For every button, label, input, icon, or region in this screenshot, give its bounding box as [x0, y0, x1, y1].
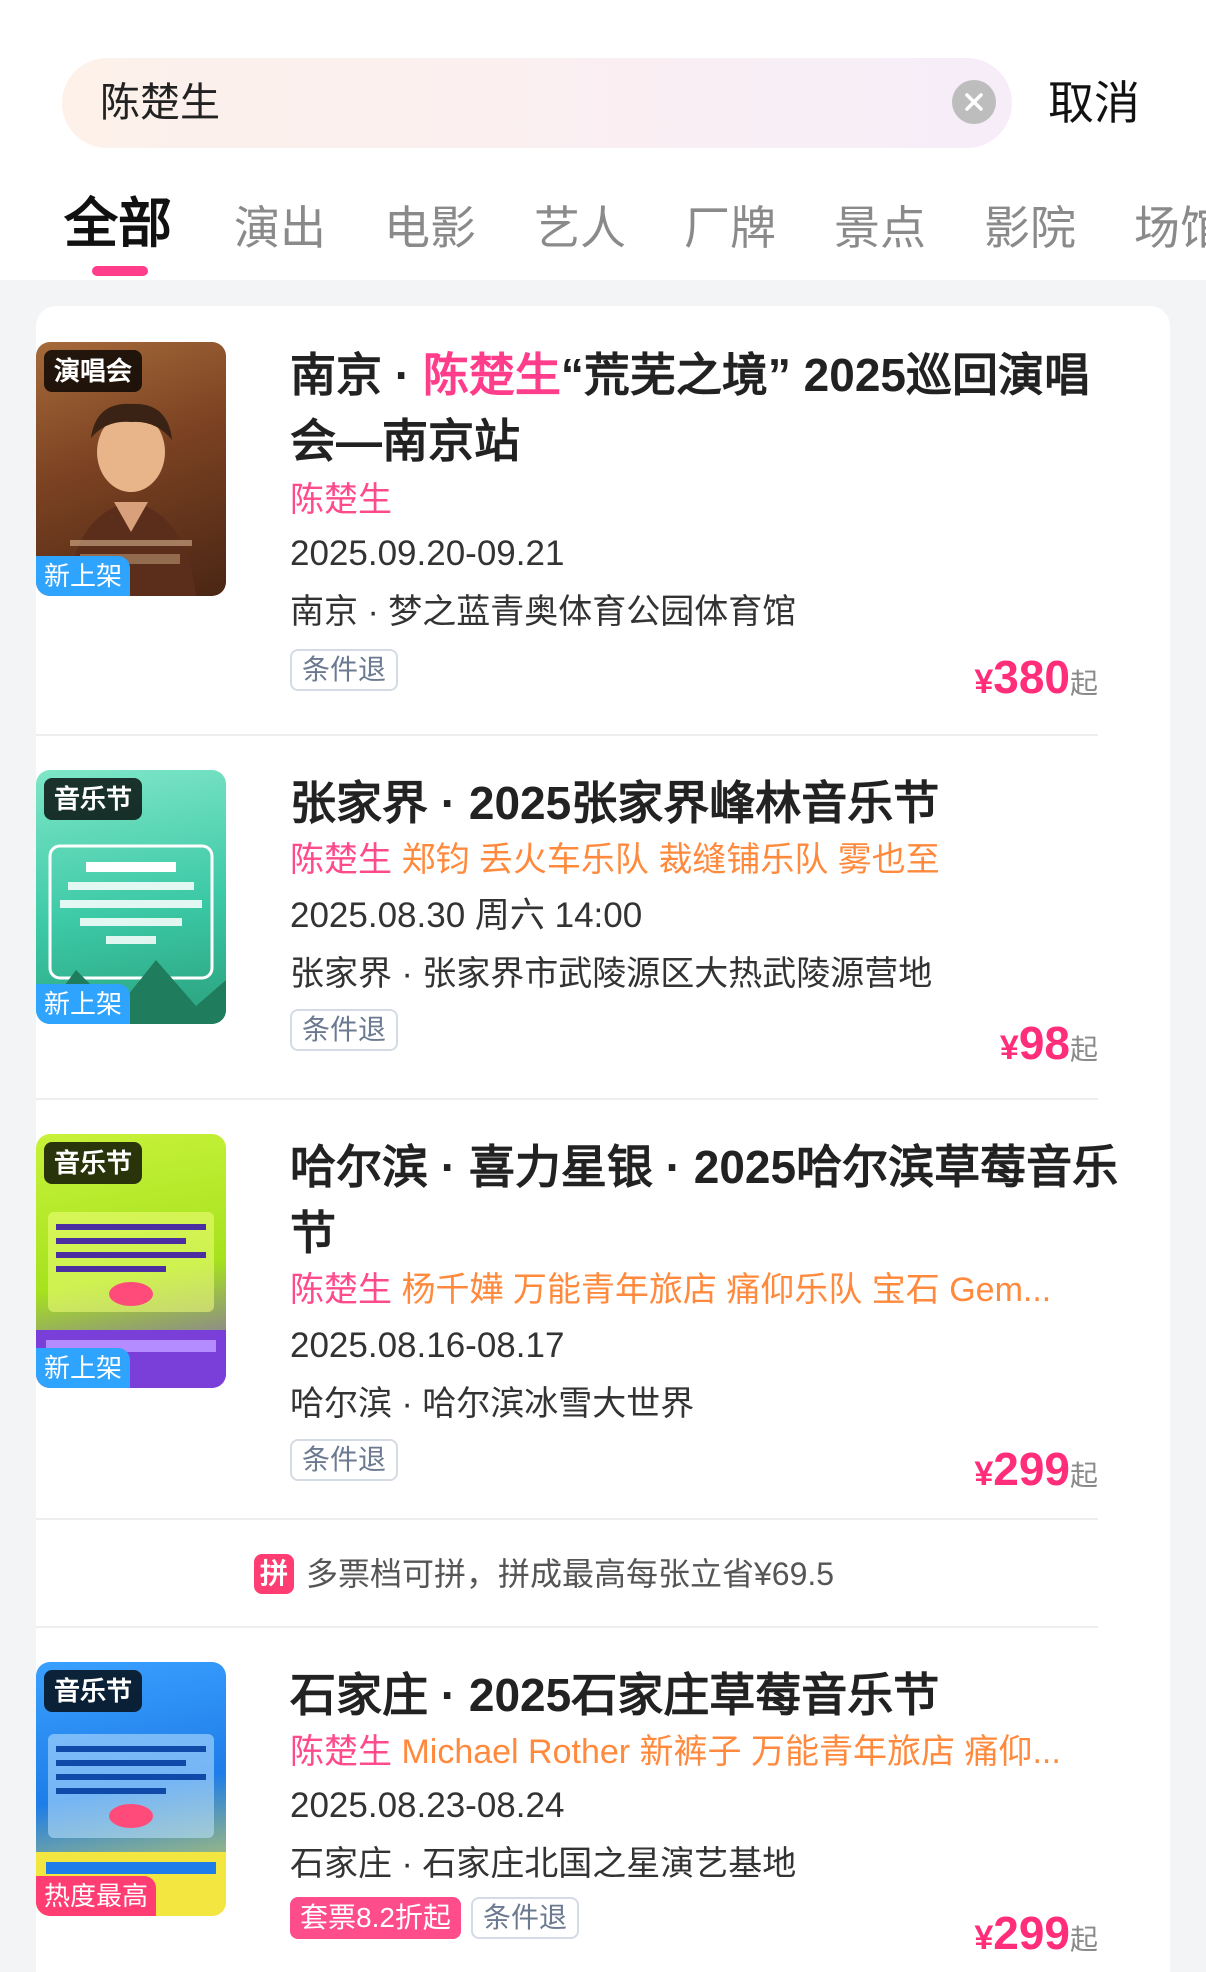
tab-artists[interactable]: 艺人: [534, 200, 626, 256]
new-badge: 新上架: [36, 556, 131, 596]
discount-tag: 套票8.2折起: [290, 1897, 461, 1939]
list-item[interactable]: 演唱会 新上架 南京 · 陈楚生“荒芜之境” 2025巡回演唱会—南京站 陈楚生…: [36, 342, 1098, 722]
event-title: 南京 · 陈楚生“荒芜之境” 2025巡回演唱会—南京站: [290, 349, 1091, 467]
event-venue: 张家界 · 张家界市武陵源区大热武陵源营地: [290, 955, 933, 993]
divider: [36, 1626, 1098, 1628]
event-date: 2025.09.20-09.21: [290, 534, 565, 573]
tag-row: 条件退: [290, 1006, 1120, 1054]
event-info: 哈尔滨 · 喜力星银 · 2025哈尔滨草莓音乐节 陈楚生 杨千嬅 万能青年旅店…: [290, 1134, 1120, 1484]
category-tag: 音乐节: [44, 1142, 143, 1184]
active-tab-indicator: [92, 266, 148, 276]
divider: [36, 734, 1098, 736]
new-badge: 新上架: [36, 1348, 131, 1388]
event-poster[interactable]: 音乐节 热度最高: [36, 1662, 226, 1916]
category-tag: 音乐节: [44, 1670, 143, 1712]
event-poster[interactable]: 音乐节 新上架: [36, 1134, 226, 1388]
search-input[interactable]: 陈楚生: [62, 58, 1012, 148]
list-item[interactable]: 音乐节 新上架 哈尔滨 · 喜力星银 · 2025哈尔滨草莓音乐节 陈楚生 杨千…: [36, 1134, 1118, 1524]
event-venue: 哈尔滨 · 哈尔滨冰雪大世界: [290, 1385, 695, 1423]
event-date: 2025.08.23-08.24: [290, 1786, 565, 1825]
list-item[interactable]: 音乐节 新上架 张家界 · 2025张家界峰林音乐节 陈楚生 郑钧 丢火车乐队 …: [36, 770, 1098, 1070]
new-badge: 新上架: [36, 984, 131, 1024]
tab-all[interactable]: 全部: [64, 196, 172, 252]
event-title: 哈尔滨 · 喜力星银 · 2025哈尔滨草莓音乐节: [290, 1141, 1119, 1259]
event-info: 南京 · 陈楚生“荒芜之境” 2025巡回演唱会—南京站 陈楚生 2025.09…: [290, 342, 1120, 694]
tab-venues[interactable]: 场馆: [1134, 200, 1206, 256]
refund-tag: 条件退: [290, 1439, 399, 1481]
event-title: 石家庄 · 2025石家庄草莓音乐节: [290, 1669, 940, 1721]
clear-icon[interactable]: [952, 80, 996, 124]
artist-list: 陈楚生: [290, 481, 392, 519]
event-poster[interactable]: 演唱会 新上架: [36, 342, 226, 596]
event-venue: 石家庄 · 石家庄北国之星演艺基地: [290, 1845, 797, 1883]
group-buy-icon: 拼: [254, 1554, 294, 1594]
refund-tag: 条件退: [470, 1897, 579, 1939]
tab-labels[interactable]: 厂牌: [684, 200, 776, 256]
price-label: ¥98起: [999, 1017, 1098, 1069]
category-tabs: 全部 演出 电影 艺人 厂牌 景点 影院 场馆: [0, 190, 1206, 280]
group-buy-text: 多票档可拼，拼成最高每张立省¥69.5: [306, 1556, 835, 1592]
category-tag: 音乐节: [44, 778, 143, 820]
group-buy-note[interactable]: 拼 多票档可拼，拼成最高每张立省¥69.5: [254, 1554, 834, 1594]
event-info: 张家界 · 2025张家界峰林音乐节 陈楚生 郑钧 丢火车乐队 裁缝铺乐队 雾也…: [290, 770, 1120, 1054]
price-label: ¥380起: [974, 651, 1098, 703]
artist-list: 陈楚生 杨千嬅 万能青年旅店 痛仰乐队 宝石 Gem...: [290, 1271, 1052, 1309]
event-title: 张家界 · 2025张家界峰林音乐节: [290, 777, 940, 829]
tab-cinemas[interactable]: 影院: [984, 200, 1076, 256]
search-header: 陈楚生 取消: [0, 0, 1206, 180]
divider: [36, 1518, 1098, 1520]
cancel-button[interactable]: 取消: [1048, 76, 1140, 130]
event-date: 2025.08.30 周六 14:00: [290, 896, 643, 935]
list-item[interactable]: 音乐节 热度最高 石家庄 · 2025石家庄草莓音乐节 陈楚生 Michael …: [36, 1662, 1098, 1972]
price-label: ¥299起: [974, 1907, 1098, 1959]
search-query-text: 陈楚生: [100, 81, 220, 125]
refund-tag: 条件退: [290, 1009, 399, 1051]
tab-attractions[interactable]: 景点: [834, 200, 926, 256]
tab-shows[interactable]: 演出: [234, 200, 326, 256]
divider: [36, 1098, 1098, 1100]
hot-badge: 热度最高: [36, 1876, 157, 1916]
tab-movies[interactable]: 电影: [384, 200, 476, 256]
artist-list: 陈楚生 Michael Rother 新裤子 万能青年旅店 痛仰...: [290, 1733, 1061, 1771]
category-tag: 演唱会: [44, 350, 143, 392]
price-label: ¥299起: [974, 1443, 1098, 1495]
artist-list: 陈楚生 郑钧 丢火车乐队 裁缝铺乐队 雾也至: [290, 841, 940, 879]
event-date: 2025.08.16-08.17: [290, 1326, 565, 1365]
event-poster[interactable]: 音乐节 新上架: [36, 770, 226, 1024]
refund-tag: 条件退: [290, 649, 399, 691]
event-venue: 南京 · 梦之蓝青奥体育公园体育馆: [290, 593, 797, 631]
event-info: 石家庄 · 2025石家庄草莓音乐节 陈楚生 Michael Rother 新裤…: [290, 1662, 1120, 1942]
